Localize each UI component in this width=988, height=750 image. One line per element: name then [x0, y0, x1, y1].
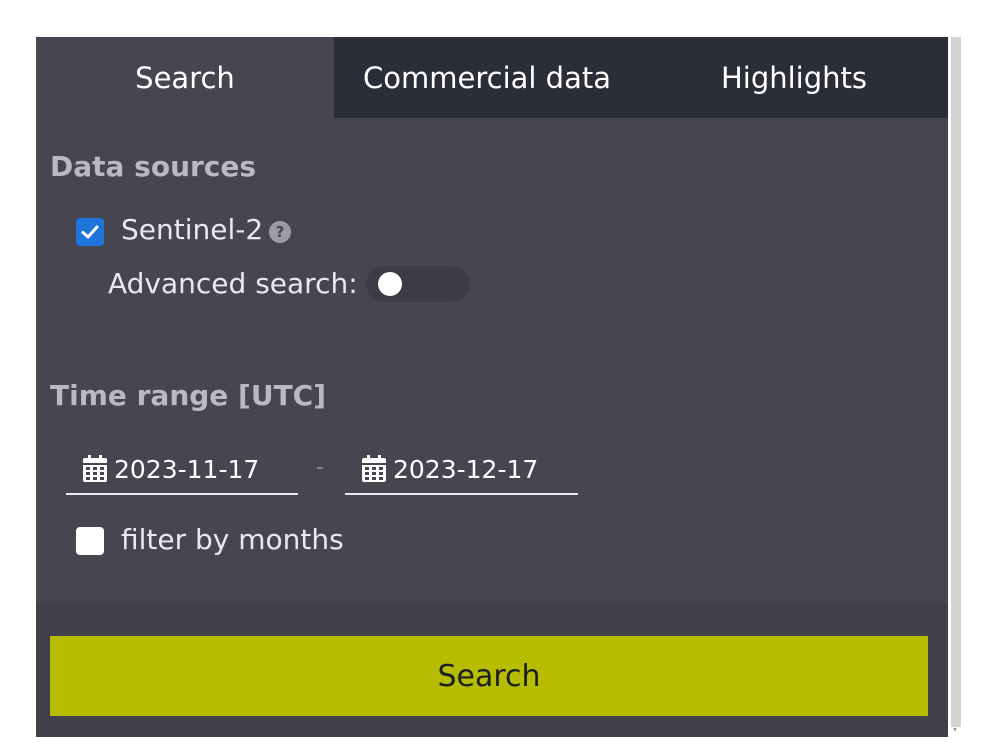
filter-by-months-label: filter by months: [121, 523, 344, 556]
search-panel: Search Commercial data Highlights Data s…: [36, 37, 948, 737]
toggle-knob: [378, 272, 402, 296]
tab-search-label: Search: [135, 60, 235, 95]
sentinel-2-label: Sentinel-2: [121, 213, 264, 246]
data-sources-title: Data sources: [50, 150, 257, 183]
advanced-search-label: Advanced search:: [108, 267, 358, 300]
advanced-search-toggle[interactable]: [366, 266, 470, 302]
search-button[interactable]: Search: [50, 636, 928, 716]
calendar-icon: [361, 455, 387, 483]
tab-commercial-data-label: Commercial data: [363, 60, 611, 95]
checkmark-icon: [81, 225, 99, 239]
scroll-down-arrow-icon[interactable]: ▾: [953, 726, 959, 734]
date-to-value: 2023-12-17: [393, 454, 539, 484]
tab-highlights[interactable]: Highlights: [640, 37, 948, 118]
panel-footer: Search: [36, 603, 948, 737]
question-circle-icon[interactable]: ?: [269, 221, 291, 243]
date-to-input[interactable]: 2023-12-17: [345, 445, 578, 495]
tab-search[interactable]: Search: [36, 37, 334, 118]
tab-commercial-data[interactable]: Commercial data: [334, 37, 640, 118]
filter-by-months-checkbox[interactable]: [76, 527, 104, 555]
sentinel-2-checkbox[interactable]: [76, 218, 104, 246]
tab-bar: Search Commercial data Highlights: [36, 37, 948, 118]
tab-highlights-label: Highlights: [720, 60, 868, 95]
search-button-label: Search: [437, 658, 541, 694]
date-separator: -: [316, 455, 324, 480]
date-from-input[interactable]: 2023-11-17: [66, 445, 298, 495]
date-from-value: 2023-11-17: [114, 454, 260, 484]
calendar-icon: [82, 455, 108, 483]
scrollbar[interactable]: [951, 37, 961, 727]
time-range-title: Time range [UTC]: [50, 379, 327, 412]
